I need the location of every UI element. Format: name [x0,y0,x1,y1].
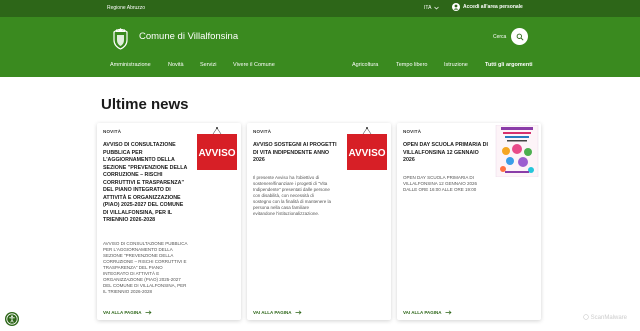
card-title-line: CORRUTTIVI E TRASPARENZA" [103,179,184,186]
site-header: Comune di Villalfonsina Cerca Amministra… [0,17,640,77]
open-day-poster-image [495,125,539,177]
search-button[interactable] [511,28,528,45]
card-title-line: L'AGGIORNAMENTO DELLA [103,157,175,163]
region-link[interactable]: Regione Abruzzo [107,5,145,11]
card-category: NOVITÀ [253,129,272,134]
card-title-line: CORRUZIONE – RISCHI [103,172,163,178]
user-icon [452,3,460,11]
card-title-line: OPEN DAY SCUOLA PRIMARIA DI [403,142,488,148]
arrow-right-icon [145,310,152,315]
nav-item-istruzione[interactable]: Istruzione [444,62,468,68]
card-title-line: VILLALFONSINA 12 GENNAIO [403,149,479,156]
nav-item-tutti-gli-argomenti[interactable]: Tutti gli argomenti [485,62,533,68]
card-description-line: IL TRIENNIO 2026-2028 [103,289,153,294]
language-selector[interactable]: ITA [424,5,440,11]
top-bar: Regione Abruzzo ITA Accedi all'area pers… [0,0,640,17]
watermark-label: ScanMalware [590,315,628,321]
scanmalware-logo-icon [583,314,589,320]
card-title-line: 2026 [403,157,415,163]
news-card: NOVITÀ AVVISO DI CONSULTAZIONE PUBBLICA … [97,123,241,320]
nav-item-amministrazione[interactable]: Amministrazione [110,62,151,68]
avviso-image: AVVISO [347,127,387,170]
card-title[interactable]: OPEN DAY SCUOLA PRIMARIA DI VILLALFONSIN… [403,142,488,165]
card-category: NOVITÀ [403,129,422,134]
avviso-image-text: AVVISO [348,148,385,159]
card-title-line: ATTIVITÀ E ORGANIZZAZIONE [103,194,181,201]
login-label: Accedi all'area personale [463,4,523,10]
search-label: Cerca [493,34,507,40]
site-title[interactable]: Comune di Villalfonsina [139,31,238,42]
card-title-line: AVVISO DI CONSULTAZIONE [103,142,176,148]
watermark: ScanMalware [583,314,627,321]
card-title-line: 2026 [253,157,265,163]
card-description: Il presente Avviso ha l'obiettivo di sos… [253,175,331,217]
nav-item-servizi[interactable]: Servizi [200,62,217,68]
card-category: NOVITÀ [103,129,122,134]
card-link[interactable]: VAI ALLA PAGINA [403,310,452,315]
card-title-line: (PIAO) 2025-2027 DEL COMUNE [103,202,184,208]
avviso-image-text: AVVISO [198,148,235,159]
nav-item-novita[interactable]: Novità [168,62,184,68]
card-title[interactable]: AVVISO DI CONSULTAZIONE PUBBLICA PER L'A… [103,142,187,225]
card-title[interactable]: AVVISO SOSTEGNI AI PROGETTI DI VITA INDI… [253,142,337,165]
card-title-line: DI VILLALFONSINA, PER IL [103,209,173,216]
avviso-image: AVVISO [197,127,237,170]
search-icon [516,33,524,41]
card-description: AVVISO DI CONSULTAZIONE PUBBLICA PER L'A… [103,241,188,295]
card-description-line: DALLE ORE 16:00 ALLE ORE 19:00 [403,187,477,192]
arrow-right-icon [445,310,452,315]
card-link-label: VAI ALLA PAGINA [403,310,442,315]
nav-item-agricoltura[interactable]: Agricoltura [352,62,378,68]
card-link[interactable]: VAI ALLA PAGINA [253,310,302,315]
login-link[interactable]: Accedi all'area personale [452,3,523,11]
municipal-crest-icon[interactable] [111,26,130,50]
card-description-line: evitandone l'istituzionalizzazione. [253,211,320,216]
card-link-label: VAI ALLA PAGINA [253,310,292,315]
card-title-line: SEZIONE "PREVENZIONE DELLA [103,164,188,171]
page-title: Ultime news [101,96,189,113]
card-title-line: PUBBLICA PER [103,149,143,156]
card-link[interactable]: VAI ALLA PAGINA [103,310,152,315]
card-title-line: DEL PIANO INTEGRATO DI [103,187,171,193]
card-link-label: VAI ALLA PAGINA [103,310,142,315]
news-card: NOVITÀ AVVISO SOSTEGNI AI PROGETTI DI VI… [247,123,391,320]
accessibility-button[interactable] [5,312,19,326]
nav-item-tempo-libero[interactable]: Tempo libero [396,62,428,68]
accessibility-icon [6,313,18,325]
language-label: ITA [424,5,432,11]
arrow-right-icon [295,310,302,315]
chevron-down-icon [434,6,440,10]
news-card: NOVITÀ OPEN DAY SCUOLA PRIMARIA DI VILLA… [397,123,541,320]
card-description: OPEN DAY SCUOLA PRIMARIA DI VILLALFONSIN… [403,175,477,193]
card-title-line: DI VITA INDIPENDENTE ANNO [253,149,330,156]
card-title-line: AVVISO SOSTEGNI AI PROGETTI [253,142,337,148]
card-title-line: TRIENNIO 2026-2028 [103,217,156,223]
nav-item-vivere-il-comune[interactable]: Vivere il Comune [233,62,275,68]
